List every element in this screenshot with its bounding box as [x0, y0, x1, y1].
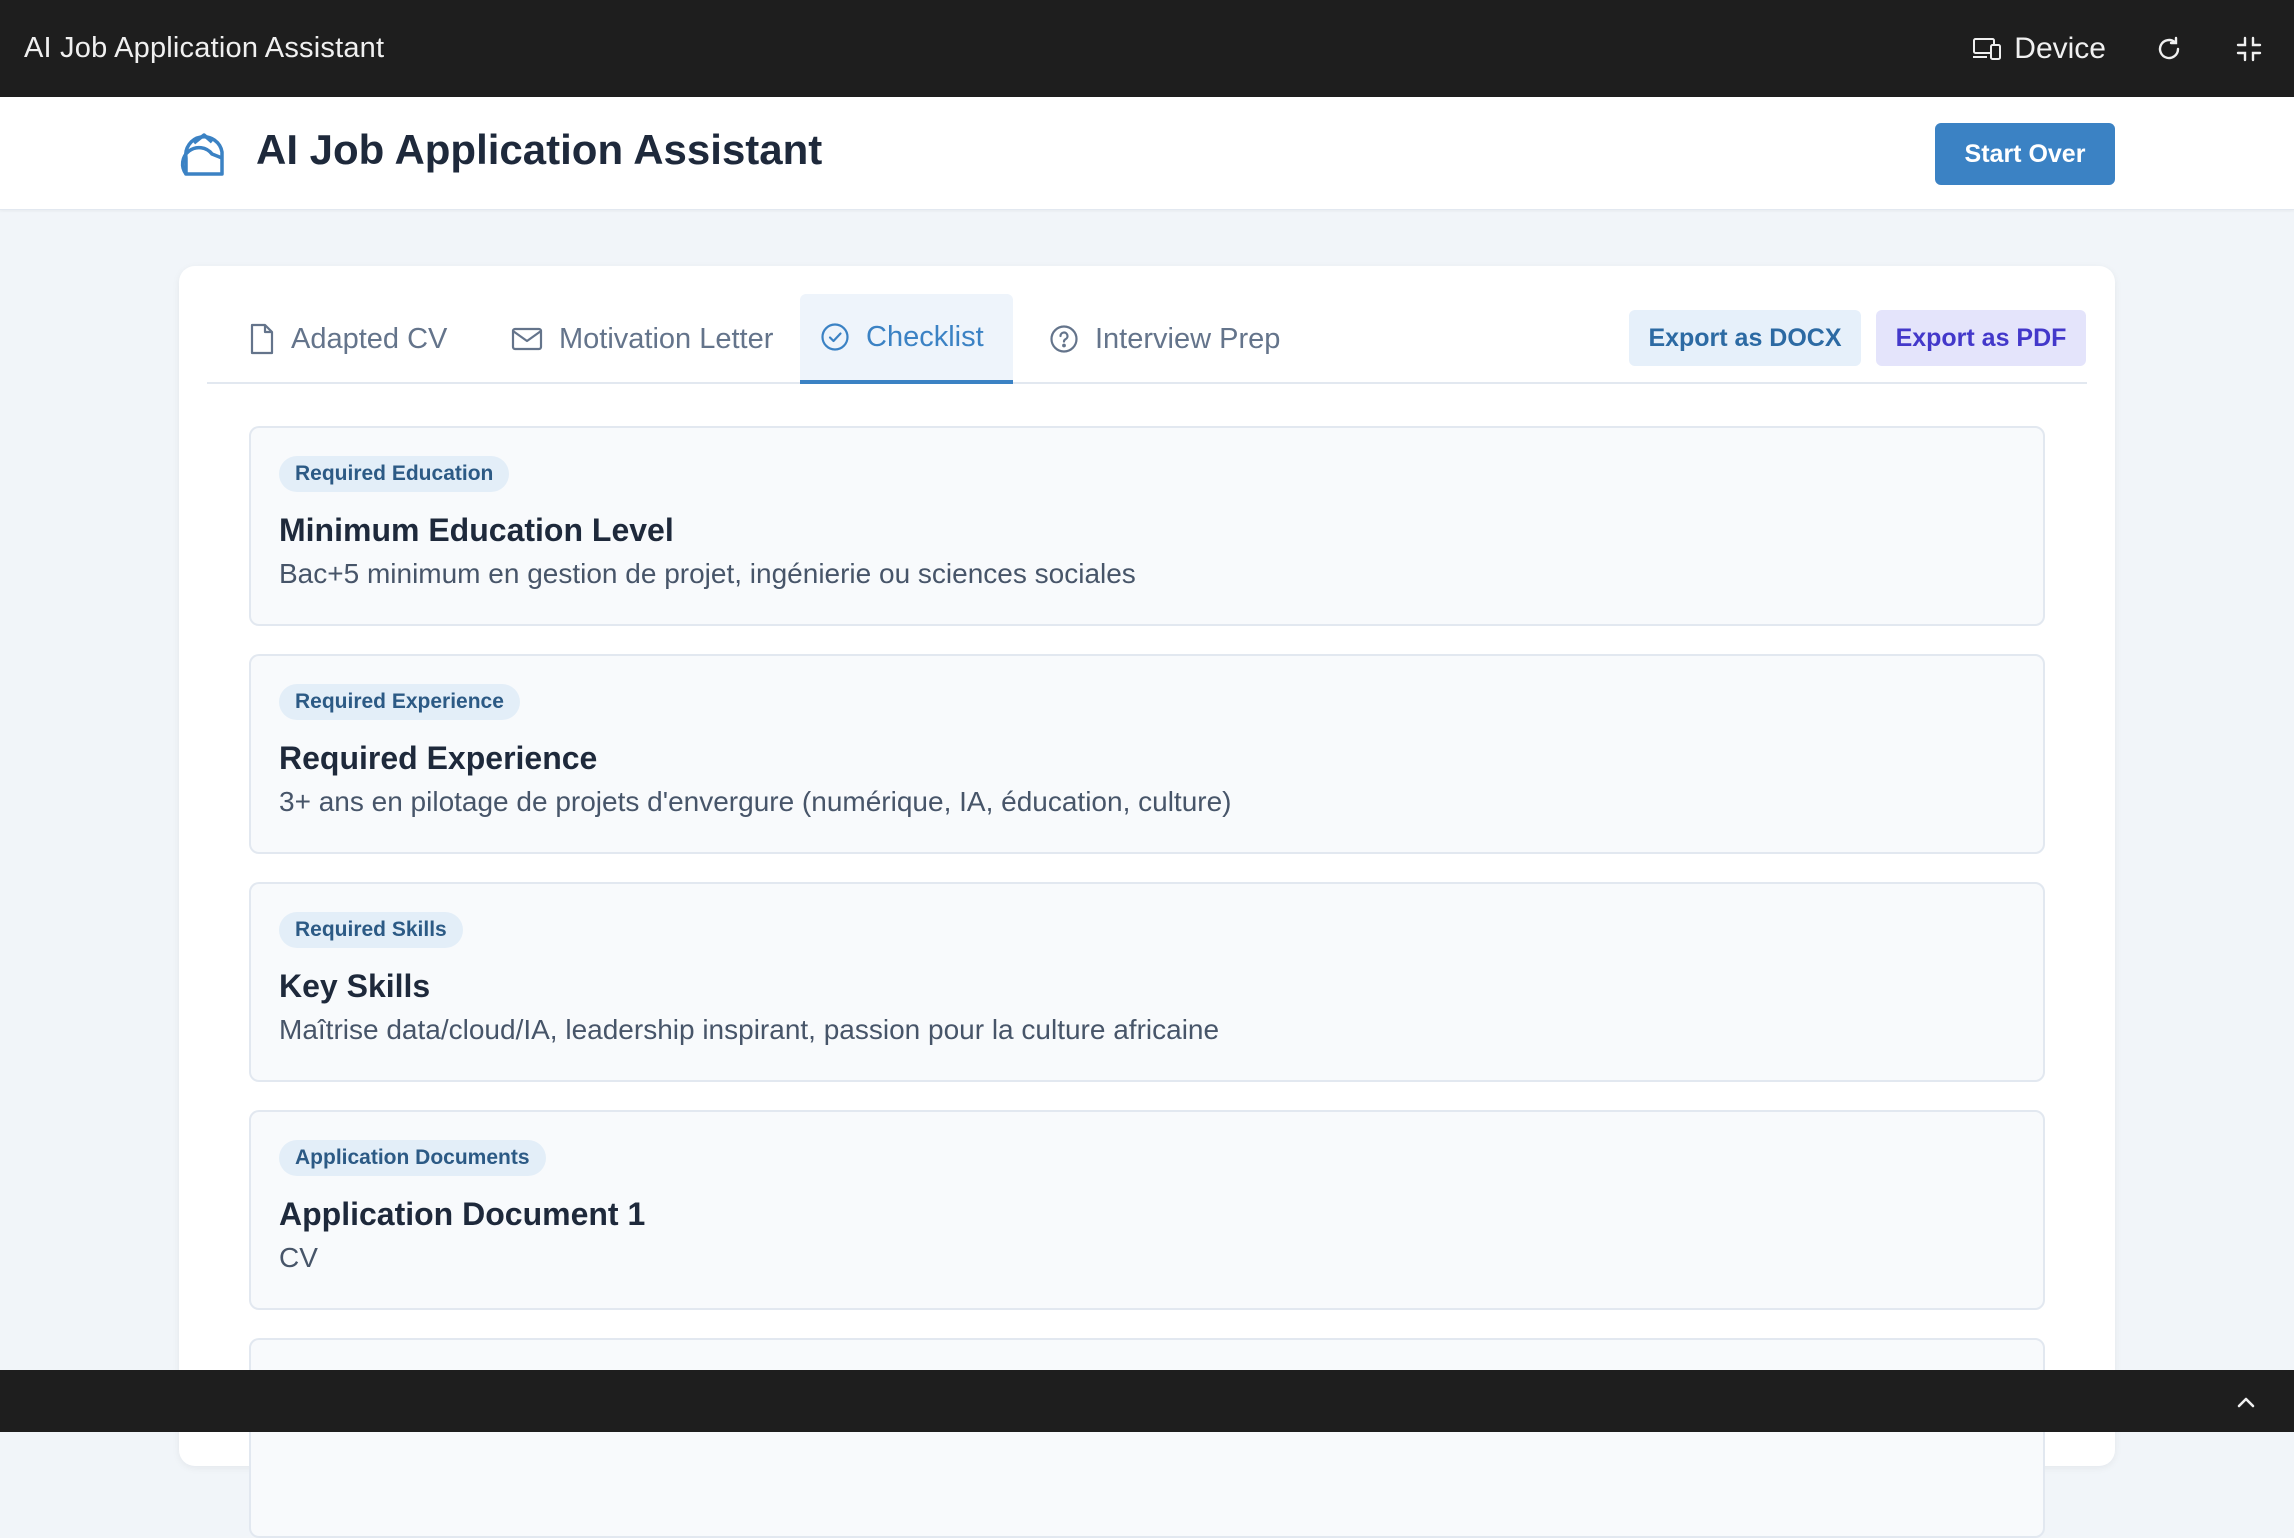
window-actions: Device	[1970, 32, 2266, 66]
item-title: Application Document 1	[279, 1196, 646, 1232]
window-title: AI Job Application Assistant	[24, 32, 385, 64]
exit-fullscreen-icon[interactable]	[2232, 32, 2266, 66]
file-icon	[250, 323, 274, 355]
start-over-button[interactable]: Start Over	[1935, 123, 2115, 185]
checklist-item: Required Education Minimum Education Lev…	[249, 426, 2045, 626]
chevron-up-icon[interactable]	[2232, 1388, 2260, 1416]
category-badge: Required Education	[279, 456, 510, 492]
device-icon	[1970, 32, 2004, 66]
tab-label: Adapted CV	[291, 322, 448, 355]
tab-label: Motivation Letter	[559, 322, 774, 355]
window-titlebar: AI Job Application Assistant Device	[0, 0, 2294, 97]
app-header: AI Job Application Assistant Start Over	[0, 97, 2294, 210]
item-title: Required Experience	[279, 740, 598, 776]
results-card: Adapted CV Motivation Letter Checklist I…	[179, 266, 2115, 1538]
item-description: Bac+5 minimum en gestion de projet, ingé…	[279, 558, 1136, 589]
tab-motivation-letter[interactable]: Motivation Letter	[491, 294, 793, 384]
mail-icon	[511, 327, 543, 351]
checklist-item: Required Skills Key Skills Maîtrise data…	[249, 882, 2045, 1082]
checklist-item-partial	[249, 1338, 2045, 1538]
category-badge: Required Skills	[279, 912, 463, 948]
question-circle-icon	[1050, 325, 1078, 353]
item-description: 3+ ans en pilotage de projets d'envergur…	[279, 786, 1232, 817]
tab-adapted-cv[interactable]: Adapted CV	[229, 294, 467, 384]
device-label: Device	[2014, 31, 2106, 65]
category-badge: Application Documents	[279, 1140, 546, 1176]
item-description: Maîtrise data/cloud/IA, leadership inspi…	[279, 1014, 1220, 1045]
tab-interview-prep[interactable]: Interview Prep	[1029, 294, 1300, 384]
category-badge: Required Experience	[279, 684, 520, 720]
logo-icon	[180, 130, 230, 180]
export-docx-button[interactable]: Export as DOCX	[1629, 310, 1861, 366]
refresh-icon[interactable]	[2152, 32, 2186, 66]
item-title: Minimum Education Level	[279, 512, 674, 548]
item-description: CV	[279, 1242, 318, 1273]
tab-label: Checklist	[866, 320, 984, 353]
export-pdf-button[interactable]: Export as PDF	[1876, 310, 2086, 366]
checklist-item: Application Documents Application Docume…	[249, 1110, 2045, 1310]
check-circle-icon	[821, 323, 849, 351]
device-button[interactable]: Device	[1970, 32, 2106, 66]
page-title: AI Job Application Assistant	[256, 126, 823, 173]
tab-label: Interview Prep	[1095, 322, 1281, 355]
bottom-bar	[0, 1370, 2294, 1432]
item-title: Key Skills	[279, 968, 431, 1004]
tab-checklist[interactable]: Checklist	[800, 294, 1013, 384]
checklist-item: Required Experience Required Experience …	[249, 654, 2045, 854]
